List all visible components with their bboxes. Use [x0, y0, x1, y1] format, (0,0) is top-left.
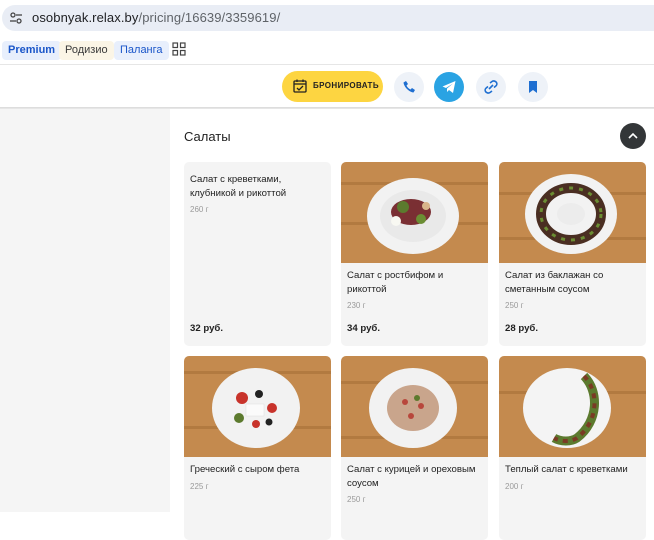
- bookmark-button[interactable]: [518, 72, 548, 102]
- dish-name: Греческий с сыром фета: [190, 464, 300, 475]
- dish-weight: 250 г: [347, 495, 366, 504]
- phone-icon: [403, 81, 415, 93]
- dish-weight: 260 г: [190, 205, 209, 214]
- menu-card[interactable]: Теплый салат с креветками 200 г: [499, 356, 646, 540]
- menu-card[interactable]: Салат с ростбифом и рикоттой 230 г 34 ру…: [341, 162, 488, 346]
- dish-name: Теплый салат с креветками: [505, 464, 628, 475]
- telegram-button[interactable]: [434, 72, 464, 102]
- url-host: osobnyak.relax.by: [32, 10, 139, 25]
- dish-name: Салат с ростбифом и рикоттой: [347, 270, 444, 295]
- url-text[interactable]: osobnyak.relax.by/pricing/16639/3359619/: [32, 10, 280, 25]
- dish-photo: [499, 162, 646, 263]
- browser-url-bar: osobnyak.relax.by/pricing/16639/3359619/: [0, 0, 654, 36]
- section-title: Салаты: [184, 129, 231, 144]
- dish-price: 34 руб.: [347, 323, 380, 334]
- dish-photo: [499, 356, 646, 457]
- menu-card[interactable]: Греческий с сыром фета 225 г: [184, 356, 331, 540]
- menu-card[interactable]: Салат с курицей и ореховым соусом 250 г: [341, 356, 488, 540]
- left-sidebar: [0, 109, 170, 512]
- dish-weight: 230 г: [347, 301, 366, 310]
- dish-photo: [341, 162, 488, 263]
- menu-section: Салаты Салат с креветками, клубникой и р…: [170, 109, 654, 540]
- bookmark-rodizio[interactable]: Родизио: [59, 41, 114, 60]
- address-field[interactable]: osobnyak.relax.by/pricing/16639/3359619/: [2, 5, 654, 31]
- dish-price: 32 руб.: [190, 323, 223, 334]
- dish-weight: 250 г: [505, 301, 524, 310]
- bookmarks-bar: Premium Родизио Паланга: [0, 36, 654, 64]
- apps-grid-icon[interactable]: [172, 42, 186, 56]
- bookmark-palanga[interactable]: Паланга: [114, 41, 169, 60]
- chevron-up-icon: [628, 132, 638, 139]
- collapse-button[interactable]: [620, 123, 646, 149]
- dish-name: Салат с креветками, клубникой и рикоттой: [190, 174, 287, 199]
- bookmark-icon: [529, 81, 537, 93]
- link-icon: [484, 80, 498, 94]
- calendar-check-icon: [293, 79, 307, 93]
- dish-name: Салат с курицей и ореховым соусом: [347, 464, 476, 489]
- url-path: /pricing/16639/3359619/: [138, 10, 281, 25]
- dish-price: 28 руб.: [505, 323, 538, 334]
- menu-card[interactable]: Салат с креветками, клубникой и рикоттой…: [184, 162, 331, 346]
- dish-weight: 200 г: [505, 482, 524, 491]
- menu-card[interactable]: Салат из баклажан со сметанным соусом 25…: [499, 162, 646, 346]
- telegram-icon: [442, 81, 456, 93]
- phone-button[interactable]: [394, 72, 424, 102]
- site-settings-icon[interactable]: [9, 11, 23, 25]
- book-button-label: БРОНИРОВАТЬ: [313, 81, 379, 90]
- share-link-button[interactable]: [476, 72, 506, 102]
- book-button[interactable]: БРОНИРОВАТЬ: [282, 71, 383, 102]
- dish-weight: 225 г: [190, 482, 209, 491]
- action-bar: БРОНИРОВАТЬ: [0, 65, 654, 107]
- dish-photo: [341, 356, 488, 457]
- dish-photo: [184, 356, 331, 457]
- dish-name: Салат из баклажан со сметанным соусом: [505, 270, 604, 295]
- bookmark-premium[interactable]: Premium: [2, 41, 62, 60]
